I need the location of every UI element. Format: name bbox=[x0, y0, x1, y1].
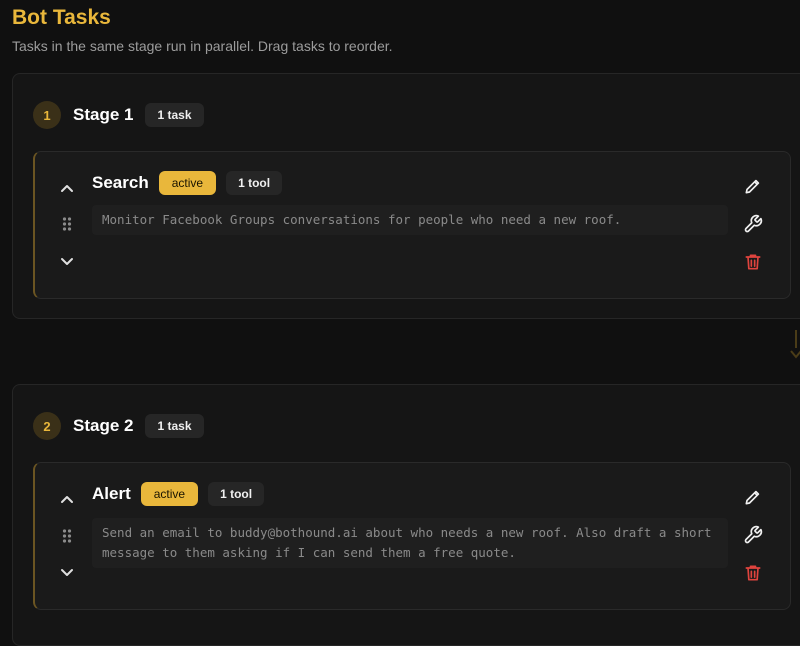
stage-number: 2 bbox=[33, 412, 61, 440]
chevron-up-icon[interactable] bbox=[55, 176, 79, 200]
tools-button[interactable] bbox=[741, 212, 765, 236]
stage-title: Stage 2 bbox=[73, 416, 134, 435]
trash-icon bbox=[743, 252, 763, 272]
pencil-icon bbox=[743, 487, 763, 507]
stage-header: 1 Stage 1 1 task bbox=[33, 101, 204, 129]
trash-icon bbox=[743, 563, 763, 583]
task-title: Alert bbox=[92, 484, 131, 503]
stage-card-2: 2 Stage 2 1 task Alert active 1 tool Sen… bbox=[12, 384, 800, 646]
pencil-icon bbox=[743, 176, 763, 196]
chevron-down-icon[interactable] bbox=[55, 561, 79, 585]
arrow-down-icon bbox=[786, 330, 800, 364]
wrench-icon bbox=[743, 214, 763, 234]
page-title: Bot Tasks bbox=[12, 6, 111, 29]
tools-button[interactable] bbox=[741, 523, 765, 547]
chevron-down-icon[interactable] bbox=[55, 250, 79, 274]
status-badge: active bbox=[140, 482, 199, 506]
edit-button[interactable] bbox=[741, 174, 765, 198]
page-subtitle: Tasks in the same stage run in parallel.… bbox=[12, 38, 393, 54]
task-count-badge: 1 task bbox=[145, 414, 204, 438]
stage-header: 2 Stage 2 1 task bbox=[33, 412, 204, 440]
drag-handle-icon[interactable] bbox=[55, 212, 79, 236]
task-count-badge: 1 task bbox=[145, 103, 204, 127]
chevron-up-icon[interactable] bbox=[55, 487, 79, 511]
stage-card-1: 1 Stage 1 1 task Search active 1 tool Mo… bbox=[12, 73, 800, 319]
tool-count-badge: 1 tool bbox=[226, 171, 283, 195]
stage-title: Stage 1 bbox=[73, 105, 134, 124]
task-description[interactable]: Monitor Facebook Groups conversations fo… bbox=[92, 205, 728, 235]
task-title: Search bbox=[92, 173, 149, 192]
status-badge: active bbox=[158, 171, 217, 195]
wrench-icon bbox=[743, 525, 763, 545]
delete-button[interactable] bbox=[741, 561, 765, 585]
edit-button[interactable] bbox=[741, 485, 765, 509]
task-card-search[interactable]: Search active 1 tool Monitor Facebook Gr… bbox=[33, 151, 791, 299]
task-header: Search active 1 tool bbox=[92, 171, 283, 195]
delete-button[interactable] bbox=[741, 250, 765, 274]
task-description[interactable]: Send an email to buddy@bothound.ai about… bbox=[92, 518, 728, 568]
task-card-alert[interactable]: Alert active 1 tool Send an email to bud… bbox=[33, 462, 791, 610]
drag-handle-icon[interactable] bbox=[55, 524, 79, 548]
stage-number: 1 bbox=[33, 101, 61, 129]
task-header: Alert active 1 tool bbox=[92, 482, 265, 506]
tool-count-badge: 1 tool bbox=[208, 482, 265, 506]
